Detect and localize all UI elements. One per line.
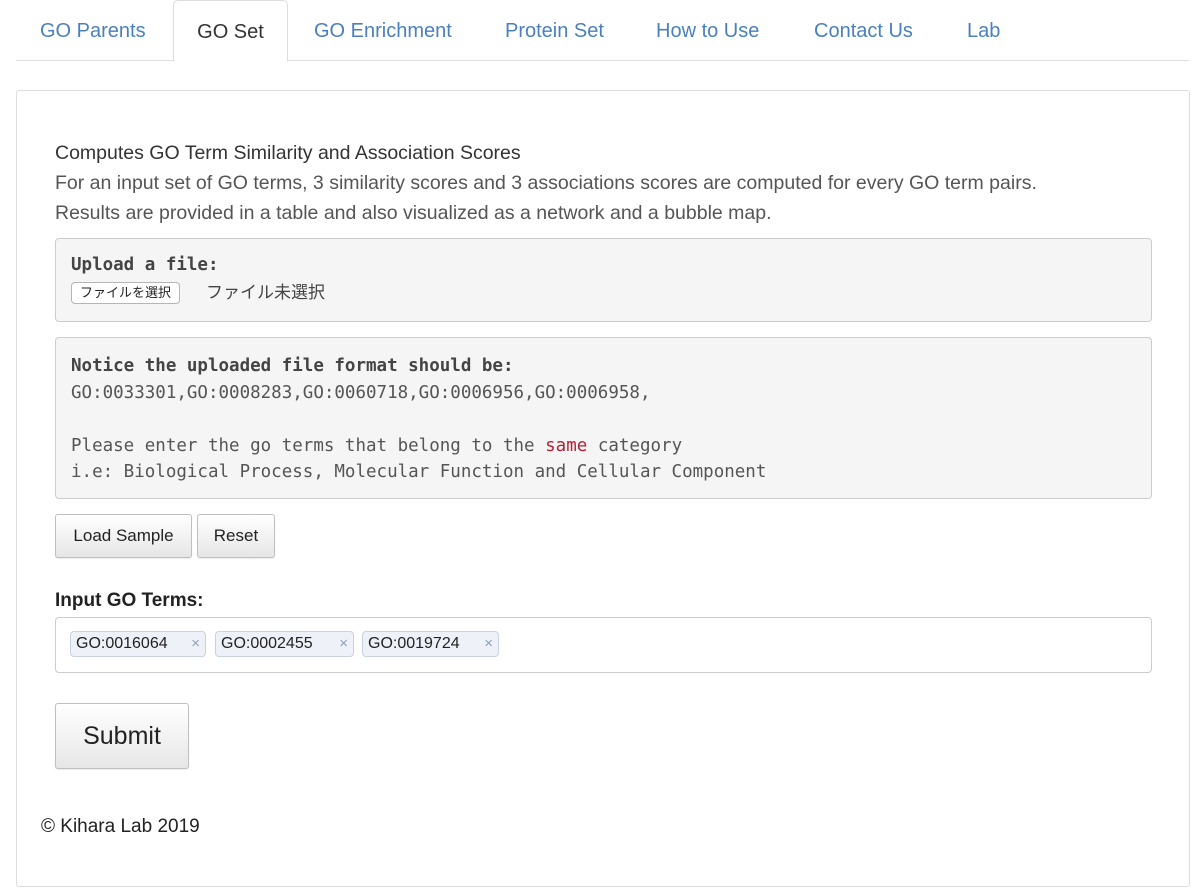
nav-tabs: GO Parents GO Set GO Enrichment Protein …	[16, 0, 1189, 62]
upload-well: Upload a file: ファイルを選択 ファイル未選択	[55, 238, 1152, 322]
go-term-chip-label: GO:0019724	[368, 635, 460, 652]
remove-chip-icon[interactable]: ×	[339, 632, 348, 656]
go-term-chip: GO:0016064 ×	[70, 631, 206, 657]
upload-label: Upload a file:	[71, 255, 219, 275]
tab-lab[interactable]: Lab	[967, 0, 1000, 61]
format-notice-text: Notice the uploaded file format should b…	[71, 353, 766, 486]
tab-how-to-use[interactable]: How to Use	[656, 0, 759, 61]
file-status-text: ファイル未選択	[206, 283, 325, 303]
go-term-chip: GO:0019724 ×	[362, 631, 499, 657]
format-notice-well: Notice the uploaded file format should b…	[55, 337, 1152, 499]
notice-categories: i.e: Biological Process, Molecular Funct…	[71, 462, 767, 482]
notice-instruction-prefix: Please enter the go terms that belong to…	[71, 435, 546, 456]
remove-chip-icon[interactable]: ×	[484, 632, 493, 656]
tab-go-set[interactable]: GO Set	[173, 0, 288, 62]
input-go-terms-label: Input GO Terms:	[55, 590, 204, 611]
tab-contact-us[interactable]: Contact Us	[814, 0, 913, 61]
notice-example: GO:0033301,GO:0008283,GO:0060718,GO:0006…	[71, 382, 651, 403]
page-title: Computes GO Term Similarity and Associat…	[55, 142, 521, 164]
reset-button[interactable]: Reset	[197, 514, 275, 558]
notice-heading: Notice the uploaded file format should b…	[71, 356, 514, 376]
go-term-chip-label: GO:0016064	[76, 635, 168, 652]
notice-instruction-highlight: same	[545, 435, 588, 456]
intro-text: Computes GO Term Similarity and Associat…	[55, 138, 1037, 228]
notice-instruction-suffix: category	[587, 435, 683, 456]
go-set-panel: Computes GO Term Similarity and Associat…	[16, 90, 1190, 887]
go-terms-input[interactable]: GO:0016064 × GO:0002455 × GO:0019724 ×	[55, 617, 1152, 673]
remove-chip-icon[interactable]: ×	[191, 632, 200, 656]
tab-go-parents[interactable]: GO Parents	[40, 0, 146, 61]
intro-description-line2: Results are provided in a table and also…	[55, 202, 772, 224]
file-choose-button[interactable]: ファイルを選択	[71, 282, 181, 304]
footer-copyright: © Kihara Lab 2019	[41, 816, 200, 837]
tab-protein-set[interactable]: Protein Set	[505, 0, 604, 61]
tab-go-enrichment[interactable]: GO Enrichment	[314, 0, 452, 61]
go-term-chip: GO:0002455 ×	[215, 631, 354, 657]
submit-button[interactable]: Submit	[55, 703, 189, 769]
go-term-chip-label: GO:0002455	[221, 635, 313, 652]
load-sample-button[interactable]: Load Sample	[55, 514, 192, 558]
intro-description-line1: For an input set of GO terms, 3 similari…	[55, 172, 1037, 194]
